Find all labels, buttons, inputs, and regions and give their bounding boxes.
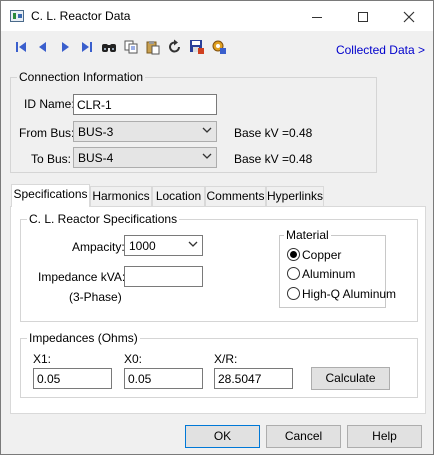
to-base-kv-value: 0.48 [289, 152, 313, 166]
chevron-down-icon [202, 153, 212, 159]
close-icon [403, 11, 415, 23]
material-title: Material [284, 228, 331, 242]
from-base-kv-value: 0.48 [289, 126, 313, 140]
first-record-icon[interactable] [13, 39, 29, 55]
tab-specifications[interactable]: Specifications [11, 184, 90, 207]
last-record-icon[interactable] [79, 39, 95, 55]
id-name-input[interactable] [73, 94, 217, 115]
tab-harmonics[interactable]: Harmonics [90, 186, 152, 206]
id-name-label: ID Name: [24, 97, 75, 111]
xr-input[interactable] [214, 368, 293, 389]
maximize-button[interactable] [340, 1, 386, 31]
settings-icon[interactable] [211, 39, 227, 55]
copper-label[interactable]: Copper [302, 248, 341, 262]
minimize-button[interactable] [294, 1, 340, 31]
refresh-icon[interactable] [167, 39, 183, 55]
app-icon [10, 10, 24, 22]
toolbar: Collected Data > [1, 31, 433, 61]
calculate-button[interactable]: Calculate [311, 367, 390, 390]
tab-comments[interactable]: Comments [205, 186, 266, 206]
specifications-panel: C. L. Reactor Specifications Ampacity: 1… [10, 206, 426, 414]
three-phase-label: (3-Phase) [69, 290, 122, 304]
close-button[interactable] [386, 1, 432, 31]
previous-record-icon[interactable] [35, 39, 51, 55]
next-record-icon[interactable] [57, 39, 73, 55]
save-icon[interactable] [189, 39, 205, 55]
from-bus-select[interactable]: BUS-3 [73, 121, 217, 142]
impedances-title: Impedances (Ohms) [27, 331, 140, 345]
ampacity-label: Ampacity: [72, 240, 125, 254]
help-button[interactable]: Help [347, 425, 422, 448]
connection-info-title: Connection Information [17, 70, 146, 84]
x0-input[interactable] [124, 368, 203, 389]
aluminum-label[interactable]: Aluminum [302, 267, 355, 281]
from-bus-label: From Bus: [19, 126, 75, 140]
tab-hyperlinks[interactable]: Hyperlinks [266, 186, 324, 206]
chevron-down-icon [188, 241, 198, 247]
find-icon[interactable] [101, 39, 117, 55]
window-title: C. L. Reactor Data [31, 9, 131, 23]
title-bar[interactable]: C. L. Reactor Data [1, 1, 433, 31]
impedance-kva-label: Impedance kVA: [38, 270, 126, 284]
to-bus-label: To Bus: [31, 152, 72, 166]
x1-input[interactable] [33, 368, 112, 389]
x1-label: X1: [33, 352, 52, 366]
tab-location[interactable]: Location [152, 186, 205, 206]
paste-icon[interactable] [145, 39, 161, 55]
impedance-kva-input[interactable] [124, 266, 203, 287]
to-base-kv-label: Base kV = [234, 152, 290, 166]
collected-data-link[interactable]: Collected Data > [336, 43, 425, 57]
ampacity-value: 1000 [129, 239, 156, 253]
high-q-aluminum-label[interactable]: High-Q Aluminum [302, 287, 396, 301]
ok-button[interactable]: OK [185, 425, 260, 448]
aluminum-radio[interactable] [287, 267, 300, 280]
chevron-down-icon [202, 127, 212, 133]
from-base-kv-label: Base kV = [234, 126, 290, 140]
cancel-button[interactable]: Cancel [266, 425, 341, 448]
dialog-window: C. L. Reactor Data Collected Data > Conn… [0, 0, 434, 455]
x0-label: X0: [124, 352, 143, 366]
xr-label: X/R: [214, 352, 238, 366]
copy-icon[interactable] [123, 39, 139, 55]
to-bus-value: BUS-4 [78, 151, 114, 165]
from-bus-value: BUS-3 [78, 125, 114, 139]
copper-radio[interactable] [287, 248, 300, 261]
to-bus-select[interactable]: BUS-4 [73, 147, 217, 168]
reactor-specs-title: C. L. Reactor Specifications [27, 212, 180, 226]
ampacity-select[interactable]: 1000 [124, 235, 203, 256]
high-q-aluminum-radio[interactable] [287, 287, 300, 300]
